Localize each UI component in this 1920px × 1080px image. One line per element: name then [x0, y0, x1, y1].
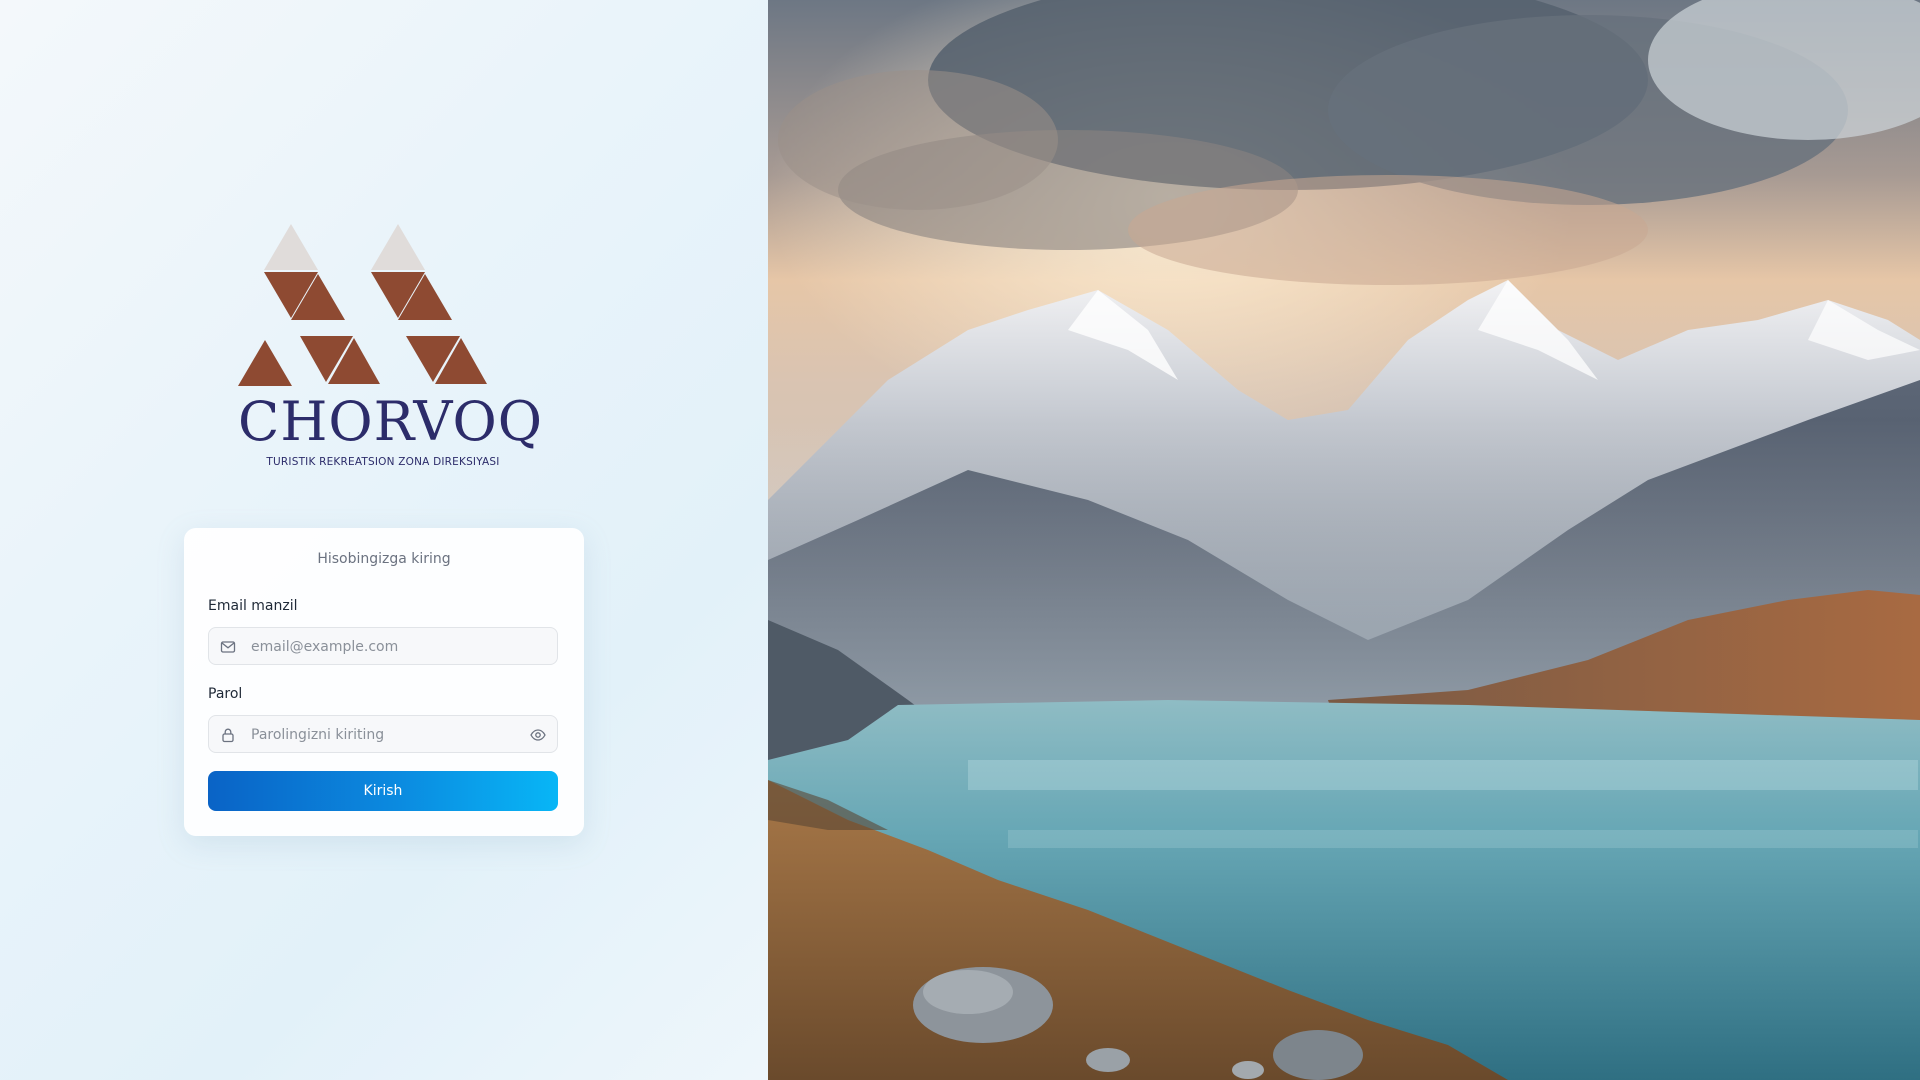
eye-icon[interactable] [530, 727, 546, 743]
password-label: Parol [208, 686, 243, 702]
password-field-wrapper [208, 715, 558, 754]
hero-image [768, 0, 1920, 1080]
email-label: Email manzil [208, 598, 298, 614]
login-panel: CHORVOQ TURISTIK REKREATSION ZONA DIREKS… [0, 0, 768, 1080]
mail-icon [220, 639, 236, 655]
logo-triangles [238, 224, 487, 386]
brand-logo: CHORVOQ TURISTIK REKREATSION ZONA DIREKS… [238, 224, 544, 474]
mountain-lake-landscape [768, 0, 1920, 1080]
lock-icon [220, 727, 236, 743]
email-field-wrapper [208, 627, 558, 666]
email-input[interactable] [249, 628, 523, 666]
password-input[interactable] [249, 716, 523, 754]
form-subtitle: Hisobingizga kiring [317, 551, 451, 567]
login-page: CHORVOQ TURISTIK REKREATSION ZONA DIREKS… [0, 0, 1920, 1080]
login-button[interactable]: Kirish [208, 771, 558, 811]
brand-name: CHORVOQ [238, 390, 544, 453]
login-form: Hisobingizga kiring Email manzil Parol [184, 528, 584, 836]
brand-subtitle: TURISTIK REKREATSION ZONA DIREKSIYASI [266, 456, 500, 468]
